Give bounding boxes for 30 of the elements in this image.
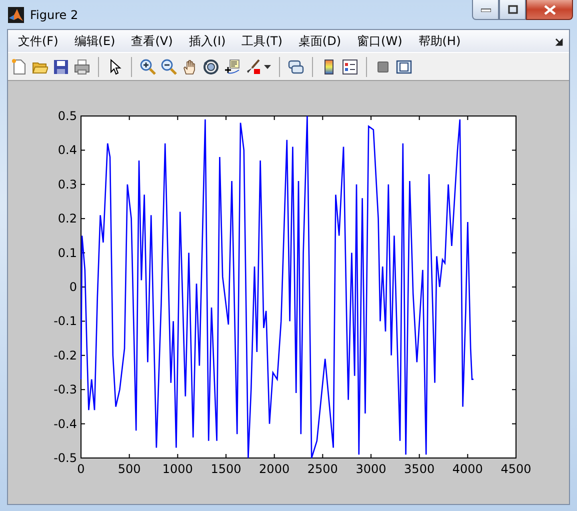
menu-item[interactable]: 编辑(E) — [68, 32, 116, 50]
menu-item[interactable]: 插入(I) — [182, 32, 226, 50]
y-tick-label: 0 — [69, 280, 77, 294]
y-tick-label: -0.4 — [54, 416, 77, 431]
x-tick-label: 2500 — [307, 462, 338, 476]
x-tick-label: 0 — [77, 462, 85, 476]
x-tick-label: 2000 — [259, 462, 290, 476]
menu-item[interactable]: 桌面(D) — [292, 32, 342, 50]
x-tick-label: 3000 — [356, 462, 386, 476]
x-tick-label: 500 — [118, 462, 141, 476]
menu-item[interactable]: 查看(V) — [125, 32, 173, 50]
y-tick-label: 0.2 — [58, 212, 77, 226]
y-tick-label: 0.5 — [58, 109, 77, 123]
y-tick-label: -0.5 — [54, 451, 77, 465]
x-tick-label: 4000 — [452, 462, 483, 476]
y-tick-label: -0.3 — [54, 382, 77, 397]
y-tick-label: -0.2 — [54, 348, 77, 362]
x-tick-label: 1000 — [162, 462, 193, 476]
menu-item[interactable]: 工具(T) — [236, 32, 282, 50]
x-tick-label: 3500 — [404, 462, 435, 476]
y-tick-label: 0.1 — [58, 246, 77, 260]
menu-item[interactable]: 文件(F) — [12, 32, 58, 50]
window-title: Figure 2 — [30, 8, 78, 22]
menu-item[interactable]: 帮助(H) — [412, 32, 461, 50]
x-tick-label: 4500 — [500, 462, 532, 476]
y-tick-label: 0.4 — [58, 143, 77, 158]
menu-item[interactable]: 窗口(W) — [351, 32, 402, 50]
y-tick-label: 0.3 — [58, 177, 77, 192]
y-tick-label: -0.1 — [54, 314, 77, 328]
x-tick-label: 1500 — [210, 462, 242, 476]
